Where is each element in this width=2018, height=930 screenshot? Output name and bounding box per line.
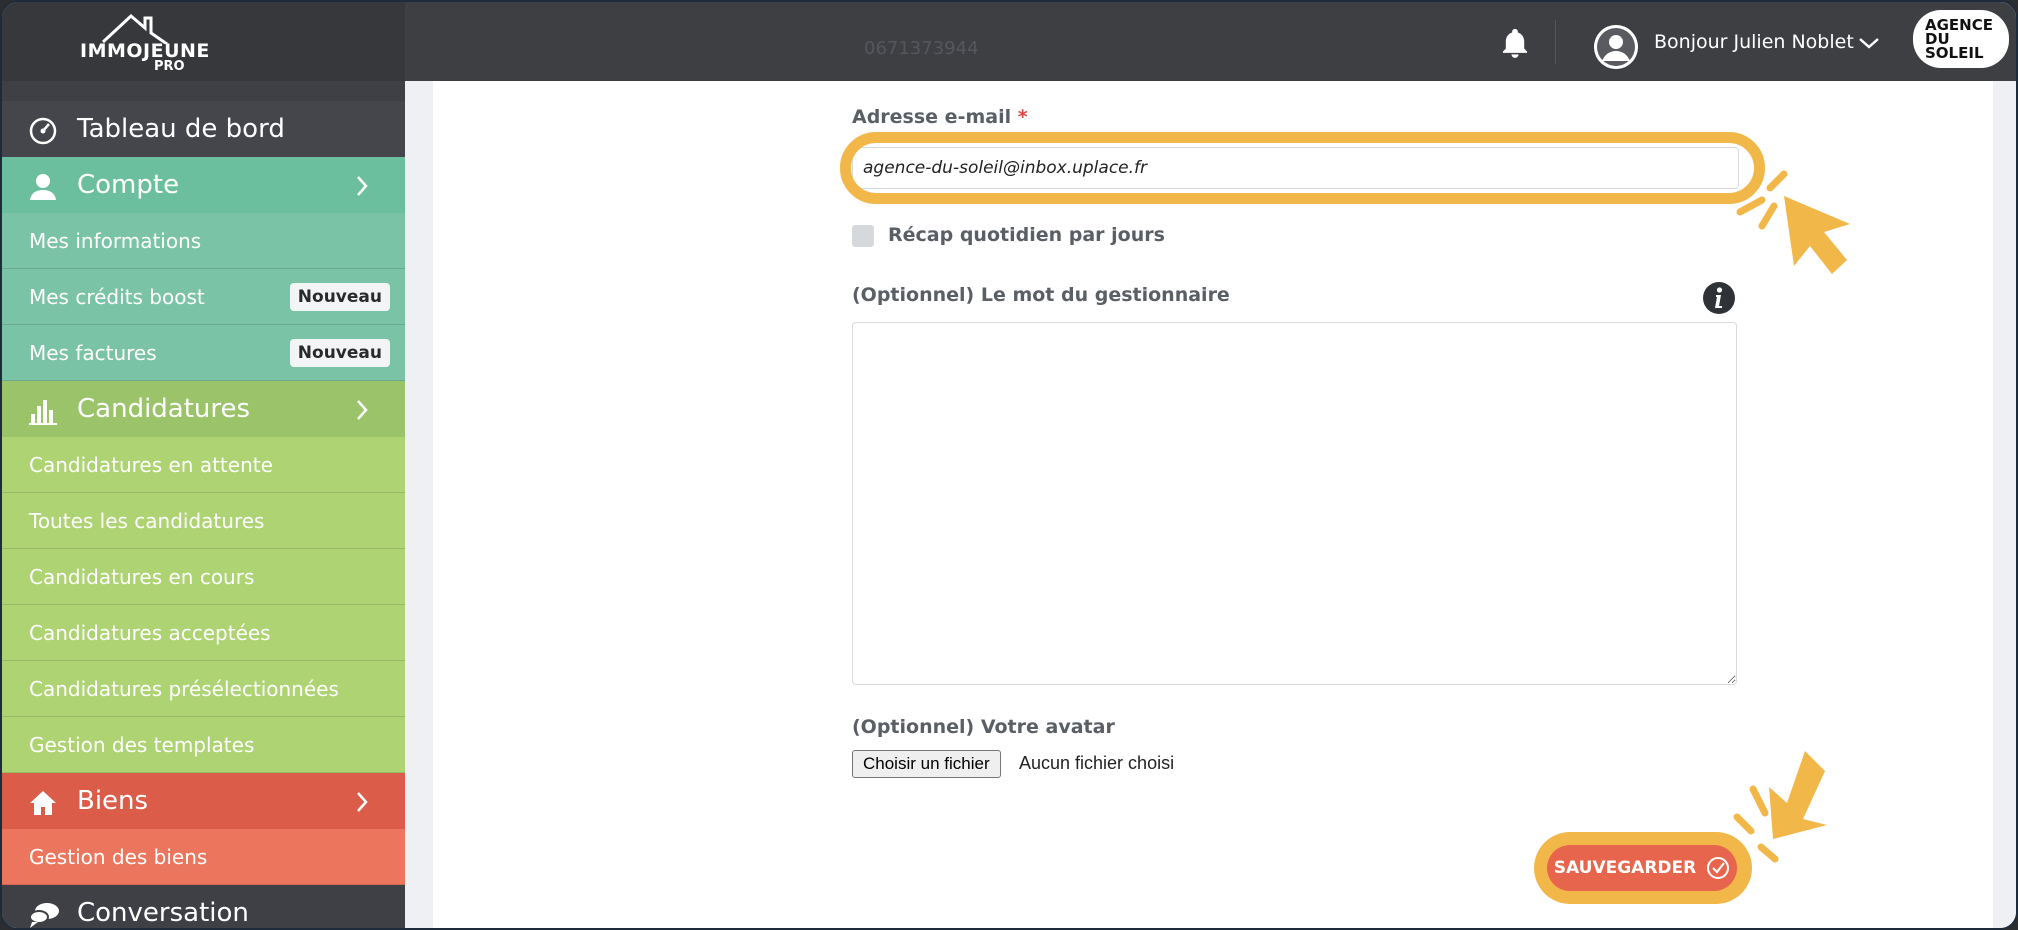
sidebar-item-label: Conversation xyxy=(77,898,249,928)
sidebar-item-label: Biens xyxy=(77,786,149,816)
sidebar-item-label: Candidatures en cours xyxy=(29,564,255,589)
recap-checkbox[interactable] xyxy=(852,225,874,247)
chevron-right-icon xyxy=(357,792,368,812)
agency-logo: AGENCE DU SOLEIL xyxy=(1913,10,2009,68)
save-label: SAUVEGARDER xyxy=(1553,858,1697,878)
sidebar-item-mes-informations[interactable]: Mes informations xyxy=(2,213,405,269)
sidebar-item-label: Gestion des biens xyxy=(29,844,208,869)
behind-field-value: 0671373944 xyxy=(864,38,979,59)
choose-file-button[interactable]: Choisir un fichier xyxy=(852,750,1001,778)
email-label-text: Adresse e-mail xyxy=(852,106,1012,128)
file-status: Aucun fichier choisi xyxy=(1019,753,1175,773)
notification-bell-icon[interactable] xyxy=(1498,26,1532,60)
bar-chart-icon xyxy=(29,400,57,425)
user-avatar[interactable] xyxy=(1594,25,1638,69)
pointer-cursor-icon xyxy=(1733,751,1827,863)
chevron-right-icon xyxy=(357,176,368,196)
sidebar-item-compte[interactable]: Compte xyxy=(2,157,405,213)
manager-word-textarea[interactable] xyxy=(852,322,1737,685)
gauge-icon xyxy=(29,117,57,145)
agency-logo-line: SOLEIL xyxy=(1925,44,1984,62)
sidebar-item-toutes-les-candidatures[interactable]: Toutes les candidatures xyxy=(2,493,405,549)
app-window: IMMOJEUNE PRO 0671373944 Bonjour Julien … xyxy=(0,0,2018,930)
sidebar-item-mes-factures[interactable]: Mes factures Nouveau xyxy=(2,325,405,381)
home-icon xyxy=(30,791,56,815)
sidebar-item-label: Tableau de bord xyxy=(77,114,285,144)
sidebar-item-label: Mes crédits boost xyxy=(29,284,205,309)
header-separator xyxy=(1555,20,1556,64)
sidebar-item-candidatures-en-attente[interactable]: Candidatures en attente xyxy=(2,437,405,493)
sidebar-item-conversation[interactable]: Conversation xyxy=(2,885,405,928)
recap-label: Récap quotidien par jours xyxy=(888,224,1165,246)
pointer-cursor-icon xyxy=(1736,170,1850,274)
chat-bubbles-icon xyxy=(29,903,59,928)
sidebar-item-label: Candidatures en attente xyxy=(29,452,273,477)
sidebar-item-label: Gestion des templates xyxy=(29,732,255,757)
avatar-label: (Optionnel) Votre avatar xyxy=(852,716,1115,738)
sidebar-item-candidatures-en-cours[interactable]: Candidatures en cours xyxy=(2,549,405,605)
save-button[interactable]: SAUVEGARDER xyxy=(1547,845,1737,891)
sidebar-item-gestion-des-templates[interactable]: Gestion des templates xyxy=(2,717,405,773)
sidebar-item-candidatures[interactable]: Candidatures xyxy=(2,381,405,437)
info-icon[interactable] xyxy=(1702,281,1736,315)
sidebar-item-label: Candidatures présélectionnées xyxy=(29,676,339,701)
new-badge: Nouveau xyxy=(289,339,390,367)
user-greeting[interactable]: Bonjour Julien Noblet xyxy=(1654,31,1854,53)
brand-suffix: PRO xyxy=(154,59,185,74)
brand-logo[interactable]: IMMOJEUNE PRO xyxy=(2,2,405,81)
sidebar-item-label: Toutes les candidatures xyxy=(29,508,265,533)
sidebar-item-mes-credits-boost[interactable]: Mes crédits boost Nouveau xyxy=(2,269,405,325)
chevron-right-icon xyxy=(357,400,368,420)
manager-word-label: (Optionnel) Le mot du gestionnaire xyxy=(852,284,1230,306)
user-silhouette-icon xyxy=(1594,25,1638,69)
sidebar-item-label: Compte xyxy=(77,170,180,200)
email-field[interactable] xyxy=(852,147,1739,189)
brand-name: IMMOJEUNE xyxy=(80,40,210,62)
sidebar-item-label: Mes informations xyxy=(29,228,202,253)
email-label: Adresse e-mail * xyxy=(852,106,1028,128)
sidebar: Tableau de bord Compte Mes informations … xyxy=(2,81,405,928)
sidebar-item-dashboard[interactable]: Tableau de bord xyxy=(2,101,405,157)
sidebar-item-gestion-des-biens[interactable]: Gestion des biens xyxy=(2,829,405,885)
chevron-down-icon[interactable] xyxy=(1857,36,1881,50)
sidebar-item-label: Candidatures acceptées xyxy=(29,620,271,645)
user-icon xyxy=(30,174,56,200)
house-logo-icon xyxy=(101,13,168,44)
sidebar-item-label: Candidatures xyxy=(77,394,251,424)
top-bar: IMMOJEUNE PRO 0671373944 Bonjour Julien … xyxy=(2,2,2016,81)
sidebar-item-candidatures-preselectionnees[interactable]: Candidatures présélectionnées xyxy=(2,661,405,717)
required-mark: * xyxy=(1017,106,1028,128)
new-badge: Nouveau xyxy=(289,283,390,311)
sidebar-item-biens[interactable]: Biens xyxy=(2,773,405,829)
sidebar-item-candidatures-acceptees[interactable]: Candidatures acceptées xyxy=(2,605,405,661)
sidebar-item-label: Mes factures xyxy=(29,340,157,365)
